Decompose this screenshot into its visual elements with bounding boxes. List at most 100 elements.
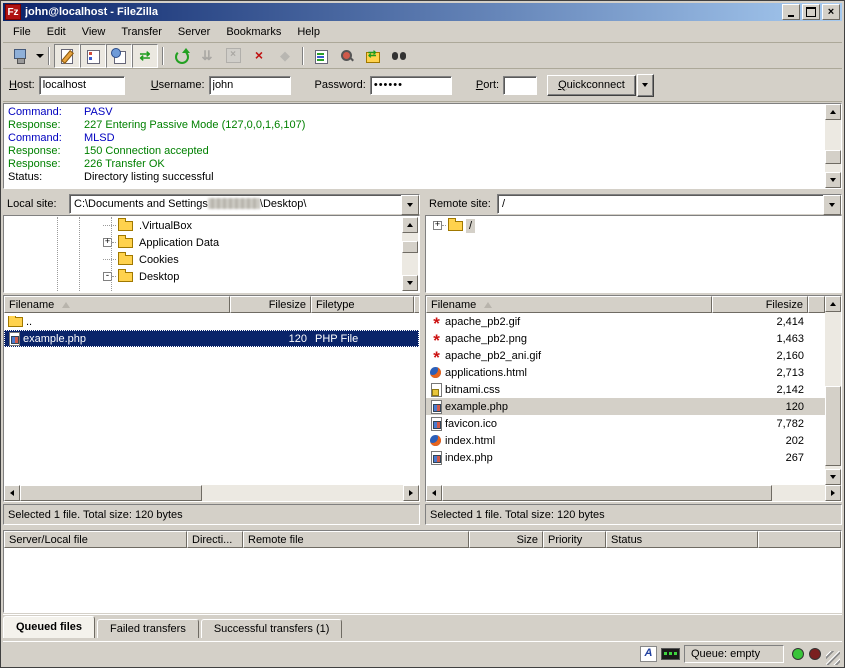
tree-item-root[interactable]: +/ xyxy=(427,217,840,234)
column-server-local-file[interactable]: Server/Local file xyxy=(4,531,187,548)
cancel-operation-button[interactable]: × xyxy=(220,44,246,68)
log-line: Response:227 Entering Passive Mode (127,… xyxy=(4,119,825,132)
remote-file-row[interactable]: applications.html2,713 xyxy=(426,364,825,381)
column-filetype[interactable]: Filetype xyxy=(311,296,414,313)
tree-item-desktop[interactable]: -Desktop xyxy=(5,268,402,285)
column-status[interactable]: Status xyxy=(606,531,758,548)
menu-edit[interactable]: Edit xyxy=(39,23,74,41)
message-log-icon xyxy=(59,48,75,64)
menu-bar: File Edit View Transfer Server Bookmarks… xyxy=(3,21,842,43)
remote-path-dropdown[interactable] xyxy=(823,195,841,215)
menu-view[interactable]: View xyxy=(74,23,114,41)
local-file-row-example-php[interactable]: example.php 120 PHP File 1 xyxy=(4,330,419,347)
remote-file-row[interactable]: index.php267 xyxy=(426,449,825,466)
log-scrollbar[interactable] xyxy=(825,104,841,188)
tree-item-virtualbox[interactable]: .VirtualBox xyxy=(5,217,402,234)
remote-file-row[interactable]: index.html202 xyxy=(426,432,825,449)
menu-bookmarks[interactable]: Bookmarks xyxy=(218,23,289,41)
remote-file-row[interactable]: bitnami.css2,142 xyxy=(426,381,825,398)
remote-file-row[interactable]: *apache_pb2_ani.gif2,160 xyxy=(426,347,825,364)
log-line: Response:226 Transfer OK xyxy=(4,158,825,171)
tree-item-cookies[interactable]: Cookies xyxy=(5,251,402,268)
local-tree-scrollbar[interactable] xyxy=(402,217,418,291)
transfer-queue-panel: Server/Local file Directi... Remote file… xyxy=(3,530,842,613)
minimize-button[interactable] xyxy=(782,4,800,20)
toggle-message-log-button[interactable] xyxy=(54,44,80,68)
resize-grip[interactable] xyxy=(826,651,840,665)
folder-icon xyxy=(118,221,133,231)
local-list-hscrollbar[interactable] xyxy=(4,485,419,501)
local-site-combobox[interactable]: C:\Documents and Settings\Desktop\ xyxy=(69,194,420,214)
filezilla-logo-icon: Fz xyxy=(5,4,21,20)
refresh-button[interactable] xyxy=(168,44,194,68)
remote-path: / xyxy=(498,195,823,213)
activity-led-green-icon xyxy=(792,648,804,660)
remote-list-scrollbar[interactable] xyxy=(825,296,841,485)
password-input[interactable] xyxy=(370,76,452,95)
remote-file-row[interactable]: *apache_pb2.gif2,414 xyxy=(426,313,825,330)
tab-successful-transfers[interactable]: Successful transfers (1) xyxy=(201,619,343,638)
synchronized-browsing-button[interactable] xyxy=(360,44,386,68)
remote-site-combobox[interactable]: / xyxy=(497,194,842,214)
quickconnect-button[interactable]: Quickconnect xyxy=(547,75,636,96)
host-input[interactable] xyxy=(39,76,125,95)
password-label: Password: xyxy=(315,79,366,91)
column-last-modified[interactable]: L xyxy=(414,296,419,313)
html-file-icon xyxy=(428,433,445,448)
column-remote-file[interactable]: Remote file xyxy=(243,531,469,548)
reconnect-button[interactable]: ◆ xyxy=(272,44,298,68)
toggle-remote-tree-button[interactable] xyxy=(106,44,132,68)
menu-file[interactable]: File xyxy=(5,23,39,41)
site-manager-dropdown[interactable] xyxy=(36,54,44,58)
directory-comparison-button[interactable] xyxy=(334,44,360,68)
menu-help[interactable]: Help xyxy=(289,23,328,41)
tree-item-application-data[interactable]: +Application Data xyxy=(5,234,402,251)
column-direction[interactable]: Directi... xyxy=(187,531,243,548)
process-queue-icon: ⇊ xyxy=(199,48,215,64)
remote-file-row-selected[interactable]: example.php120 xyxy=(426,398,825,415)
column-filename[interactable]: Filename xyxy=(4,296,230,313)
maximize-button[interactable] xyxy=(802,4,820,20)
toggle-local-tree-button[interactable] xyxy=(80,44,106,68)
remote-file-row[interactable]: favicon.ico7,782 xyxy=(426,415,825,432)
css-file-icon xyxy=(428,382,445,397)
remote-list-header: Filename Filesize xyxy=(426,296,825,313)
tab-queued-files[interactable]: Queued files xyxy=(3,616,95,638)
sort-ascending-icon xyxy=(484,302,492,308)
column-size[interactable]: Size xyxy=(469,531,543,548)
toggle-transfer-queue-button[interactable]: ⇄ xyxy=(132,44,158,68)
site-manager-button[interactable] xyxy=(7,44,33,68)
folder-icon xyxy=(118,238,133,248)
local-file-row-up[interactable]: .. xyxy=(4,313,419,330)
local-list-header: Filename Filesize Filetype L xyxy=(4,296,419,313)
expand-icon[interactable]: + xyxy=(433,221,442,230)
disconnect-button[interactable]: × xyxy=(246,44,272,68)
column-filesize[interactable]: Filesize xyxy=(230,296,311,313)
column-filesize[interactable]: Filesize xyxy=(712,296,808,313)
refresh-icon xyxy=(173,48,189,64)
quickconnect-dropdown[interactable] xyxy=(637,74,654,97)
find-files-icon xyxy=(391,48,407,64)
remote-selection-status: Selected 1 file. Total size: 120 bytes xyxy=(425,504,842,525)
close-button[interactable]: × xyxy=(822,4,840,20)
remote-file-row[interactable]: *apache_pb2.png1,463 xyxy=(426,330,825,347)
folder-icon xyxy=(118,272,133,282)
column-priority[interactable]: Priority xyxy=(543,531,606,548)
menu-transfer[interactable]: Transfer xyxy=(113,23,170,41)
port-input[interactable] xyxy=(503,76,537,95)
remote-list-hscrollbar[interactable] xyxy=(426,485,841,501)
local-path-dropdown[interactable] xyxy=(401,195,419,215)
log-line: Command:PASV xyxy=(4,106,825,119)
window-title: john@localhost - FileZilla xyxy=(25,6,780,18)
find-files-button[interactable] xyxy=(386,44,412,68)
column-filename[interactable]: Filename xyxy=(426,296,712,313)
queue-tabs: Queued files Failed transfers Successful… xyxy=(3,614,842,638)
filter-button[interactable] xyxy=(308,44,334,68)
sort-ascending-icon xyxy=(62,302,70,308)
process-queue-button[interactable]: ⇊ xyxy=(194,44,220,68)
local-tree-icon xyxy=(85,48,101,64)
tab-failed-transfers[interactable]: Failed transfers xyxy=(97,619,199,638)
php-file-icon xyxy=(6,331,23,346)
username-input[interactable] xyxy=(209,76,291,95)
menu-server[interactable]: Server xyxy=(170,23,218,41)
